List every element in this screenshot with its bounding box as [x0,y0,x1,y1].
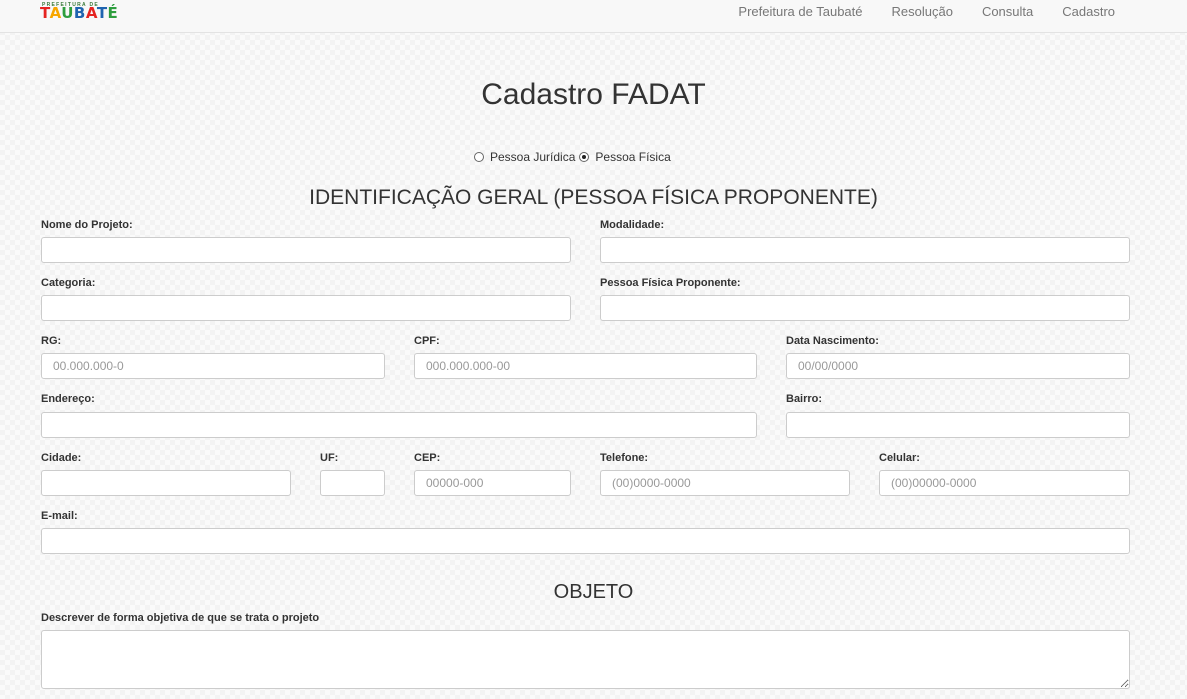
nav-links: Prefeitura de Taubaté Resolução Consulta… [738,5,1115,19]
label-categoria: Categoria: [41,277,96,289]
radio-pessoa-fisica[interactable]: Pessoa Física [579,150,671,164]
label-endereco: Endereço: [41,393,95,405]
categoria-input[interactable] [41,295,571,321]
person-type-radio-group: Pessoa Jurídica Pessoa Física [474,150,671,164]
cpf-input[interactable] [414,353,757,379]
nome-projeto-input[interactable] [41,237,571,263]
label-proponente: Pessoa Física Proponente: [600,277,741,289]
label-data-nascimento: Data Nascimento: [786,335,879,347]
label-rg: RG: [41,335,62,347]
label-cpf: CPF: [414,335,440,347]
cep-input[interactable] [414,470,571,496]
radio-label-juridica: Pessoa Jurídica [490,150,576,164]
label-celular: Celular: [879,452,920,464]
endereco-input[interactable] [41,412,757,438]
label-uf: UF: [320,452,339,464]
label-telefone: Telefone: [600,452,649,464]
bairro-input[interactable] [786,412,1130,438]
celular-input[interactable] [879,470,1130,496]
rg-input[interactable] [41,353,385,379]
nav-link-consulta[interactable]: Consulta [982,5,1033,19]
label-bairro: Bairro: [786,393,823,405]
cidade-input[interactable] [41,470,291,496]
page-title: Cadastro FADAT [481,78,706,111]
top-navbar: PREFEITURA DE TAUBATÉ Prefeitura de Taub… [0,0,1187,33]
radio-pessoa-juridica[interactable]: Pessoa Jurídica [474,150,575,164]
radio-label-fisica: Pessoa Física [595,150,671,164]
label-nome-projeto: Nome do Projeto: [41,219,133,231]
telefone-input[interactable] [600,470,850,496]
nav-link-cadastro[interactable]: Cadastro [1062,5,1115,19]
label-descricao-projeto: Descrever de forma objetiva de que se tr… [41,612,320,624]
label-cidade: Cidade: [41,452,82,464]
nav-link-resolucao[interactable]: Resolução [892,5,953,19]
label-cep: CEP: [414,452,441,464]
descricao-projeto-textarea[interactable] [41,630,1130,689]
section-title-identificacao: IDENTIFICAÇÃO GERAL (PESSOA FÍSICA PROPO… [309,186,878,209]
uf-input[interactable] [320,470,385,496]
modalidade-input[interactable] [600,237,1130,263]
section-title-objeto: OBJETO [553,581,634,603]
nav-link-prefeitura[interactable]: Prefeitura de Taubaté [738,5,862,19]
logo-wordmark: TAUBATÉ [40,4,119,22]
data-nascimento-input[interactable] [786,353,1130,379]
proponente-input[interactable] [600,295,1130,321]
radio-checked-icon[interactable] [579,152,590,162]
taubate-logo[interactable]: PREFEITURA DE TAUBATÉ [40,2,154,24]
radio-unchecked-icon[interactable] [474,152,484,162]
label-modalidade: Modalidade: [600,219,665,231]
label-email: E-mail: [41,510,78,522]
email-input[interactable] [41,528,1130,554]
